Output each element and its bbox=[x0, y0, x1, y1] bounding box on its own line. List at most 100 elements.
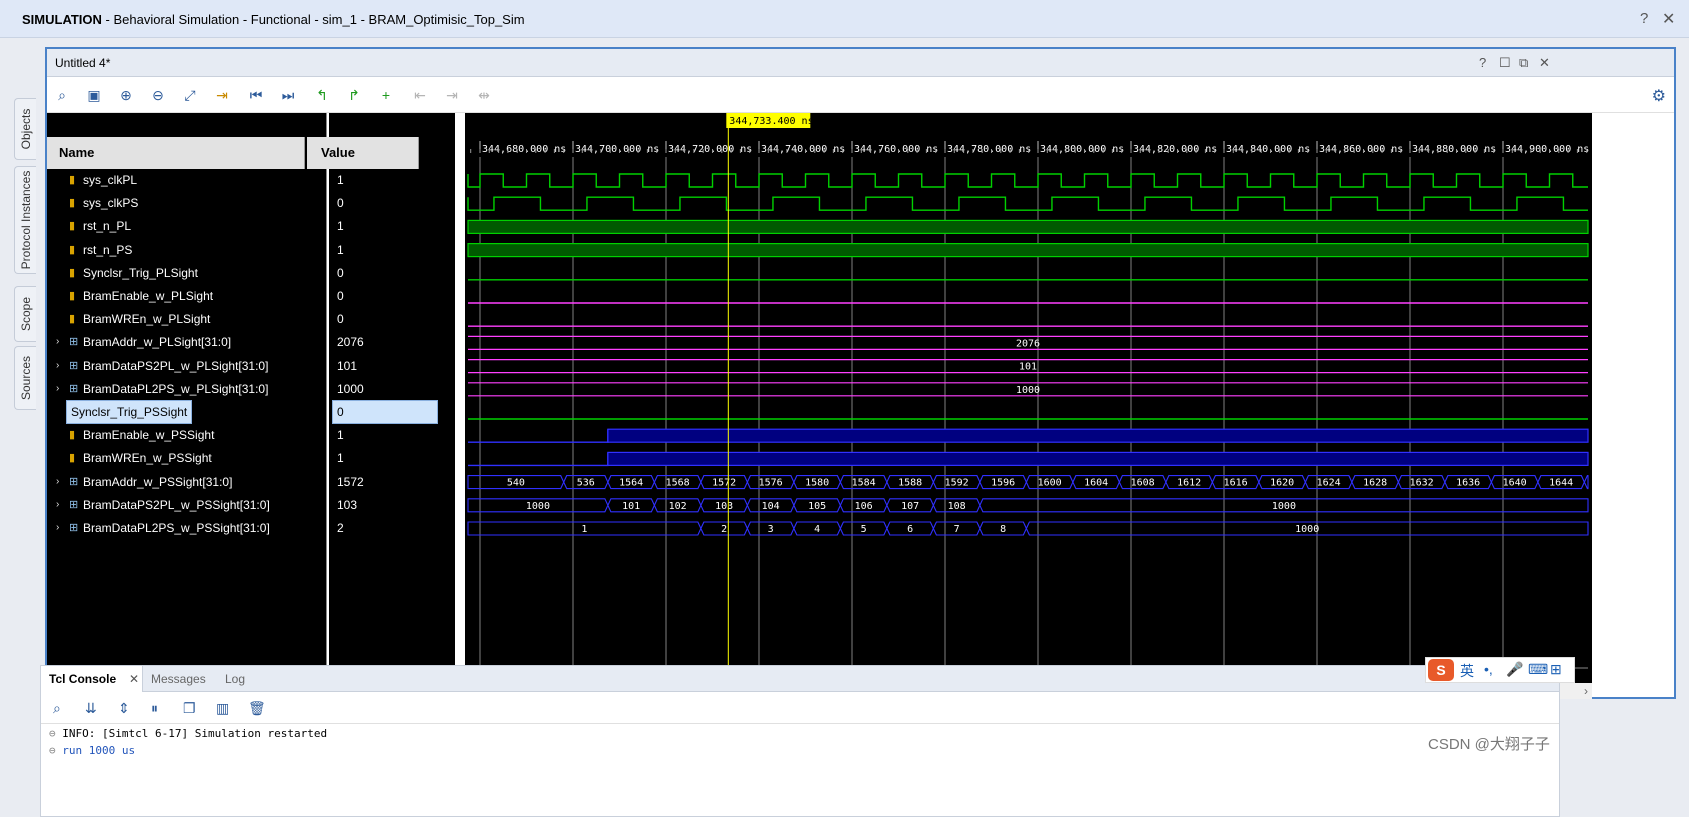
close-icon[interactable]: ✕ bbox=[129, 666, 139, 692]
save-icon[interactable]: ▣ bbox=[85, 86, 103, 104]
pause-icon[interactable]: ⏸ bbox=[151, 700, 158, 717]
close-icon[interactable]: ✕ bbox=[1539, 55, 1550, 71]
zoom-out-icon[interactable]: ⊖ bbox=[149, 86, 167, 104]
bus-value-label: 1588 bbox=[898, 478, 922, 489]
bus-value-label: 105 bbox=[808, 501, 826, 512]
next-marker-icon[interactable]: ⇥ bbox=[443, 86, 461, 104]
bus-value-label: 1608 bbox=[1131, 478, 1155, 489]
signal-value: 101 bbox=[337, 358, 358, 373]
grid-icon[interactable]: ⊞ bbox=[1550, 661, 1562, 678]
expand-icon[interactable]: › bbox=[56, 378, 59, 400]
search-icon[interactable]: ⌕ bbox=[53, 700, 61, 717]
expand-icon[interactable]: › bbox=[56, 331, 59, 353]
prev-transition-icon[interactable]: ↰ bbox=[313, 86, 331, 104]
waveform-canvas[interactable]: 344,680.000 ns 344,700.000 ns 344,720.000 … bbox=[465, 113, 1592, 699]
ime-lang[interactable]: 英 bbox=[1460, 661, 1474, 681]
bus-value-label: 1600 bbox=[1038, 478, 1062, 489]
zoom-in-icon[interactable]: ⊕ bbox=[117, 86, 135, 104]
bus-value-label: 1 bbox=[581, 524, 587, 535]
bus-value-label: 7 bbox=[954, 524, 960, 535]
tab-tcl-console[interactable]: Tcl Console ✕ bbox=[41, 666, 143, 692]
collapse-all-icon[interactable]: ⇊ bbox=[85, 700, 97, 717]
console-tabs: Tcl Console ✕ Messages Log bbox=[41, 666, 1559, 692]
expand-icon[interactable]: › bbox=[56, 355, 59, 377]
bus-value-label: 8 bbox=[1000, 524, 1006, 535]
keyboard-icon[interactable]: ⌨ bbox=[1528, 661, 1548, 678]
expand-icon[interactable]: › bbox=[56, 471, 59, 493]
swap-cursors-icon[interactable]: ⇹ bbox=[475, 86, 493, 104]
help-icon[interactable]: ? bbox=[1479, 55, 1486, 70]
bus-value-label: 1624 bbox=[1317, 478, 1341, 489]
bus-value-label: 1576 bbox=[759, 478, 783, 489]
tab-log[interactable]: Log bbox=[217, 666, 253, 692]
signal-name: Synclsr_Trig_PSSight bbox=[65, 400, 193, 424]
next-transition-icon[interactable]: ↱ bbox=[345, 86, 363, 104]
tab-protocol-instances[interactable]: Protocol Instances bbox=[14, 166, 36, 274]
signal-row[interactable]: ▮ rst_n_PL bbox=[47, 215, 325, 237]
trash-icon[interactable]: 🗑 bbox=[248, 700, 266, 717]
edge bbox=[468, 429, 609, 443]
signal-row[interactable]: › ⊞ BramAddr_w_PSSight[31:0] bbox=[47, 471, 325, 493]
clock-wave bbox=[467, 196, 1588, 211]
tab-scope[interactable]: Scope bbox=[14, 286, 36, 342]
edge bbox=[468, 452, 609, 467]
signal-row[interactable]: ▮ BramEnable_w_PSSight bbox=[47, 424, 325, 446]
goto-start-icon[interactable]: ⏮ bbox=[247, 86, 265, 104]
value-column-header[interactable]: Value bbox=[307, 137, 419, 169]
bus-value-label: 1572 bbox=[712, 478, 736, 489]
add-marker-icon[interactable]: + bbox=[377, 86, 395, 104]
bus-value-label: 108 bbox=[948, 501, 966, 512]
ime-toolbar[interactable]: S 英 •, 🎤 ⌨ ⊞ bbox=[1425, 657, 1575, 683]
signal-row[interactable]: › ⊞ BramDataPS2PL_w_PLSight[31:0] bbox=[47, 355, 325, 377]
prev-marker-icon[interactable]: ⇤ bbox=[411, 86, 429, 104]
maximize-icon[interactable]: ☐ bbox=[1499, 55, 1511, 71]
timeline-label: 344,840.000 ns bbox=[1226, 144, 1310, 155]
signal-row[interactable]: ▮Synclsr_Trig_PSSight bbox=[47, 400, 325, 424]
high-level-block bbox=[607, 428, 1589, 443]
signal-row[interactable]: ▮ BramWREn_w_PSSight bbox=[47, 447, 325, 469]
bus-icon: ⊞ bbox=[69, 382, 79, 395]
expand-all-icon[interactable]: ⇕ bbox=[118, 700, 130, 717]
high-level-block bbox=[607, 451, 1589, 466]
goto-cursor-icon[interactable]: ⇥ bbox=[213, 86, 231, 104]
signal-row[interactable]: › ⊞ BramDataPL2PS_w_PLSight[31:0] bbox=[47, 378, 325, 400]
close-icon[interactable]: ✕ bbox=[1662, 9, 1675, 29]
name-column-header[interactable]: Name bbox=[47, 137, 305, 169]
signal-row[interactable]: › ⊞ BramAddr_w_PLSight[31:0] bbox=[47, 331, 325, 353]
gear-icon[interactable]: ⚙ bbox=[1652, 86, 1666, 106]
signal-value-panel: Value 1 0 1 1 0 0 0 2076 101 1000 0 1 1 1572 103 2 bbox=[307, 113, 455, 699]
ime-punct[interactable]: •, bbox=[1484, 661, 1493, 677]
bus-value-label: 1640 bbox=[1503, 478, 1527, 489]
expand-icon[interactable]: › bbox=[56, 494, 59, 516]
signal-row[interactable]: ▮ BramEnable_w_PLSight bbox=[47, 285, 325, 307]
logic-icon: ▮ bbox=[69, 266, 76, 279]
signal-row[interactable]: ▮ rst_n_PS bbox=[47, 239, 325, 261]
signal-row[interactable]: ▮ sys_clkPL bbox=[47, 169, 325, 191]
signal-name: rst_n_PL bbox=[83, 219, 132, 234]
bus-value-label: 1604 bbox=[1084, 478, 1108, 489]
search-icon[interactable]: ⌕ bbox=[53, 86, 71, 104]
bus-value-label: 101 bbox=[622, 501, 640, 512]
expand-icon[interactable]: › bbox=[56, 517, 59, 539]
high-level-block bbox=[467, 243, 1589, 258]
signal-row[interactable]: › ⊞ BramDataPL2PS_w_PSSight[31:0] bbox=[47, 517, 325, 539]
columns-icon[interactable]: ▥ bbox=[216, 700, 229, 717]
signal-row[interactable]: ▮ sys_clkPS bbox=[47, 192, 325, 214]
signal-row[interactable]: ▮ BramWREn_w_PLSight bbox=[47, 308, 325, 330]
microphone-icon[interactable]: 🎤 bbox=[1506, 661, 1523, 678]
float-icon[interactable]: ⧉ bbox=[1519, 55, 1528, 71]
bus-value-label: 5 bbox=[861, 524, 867, 535]
timeline-label: 344,680.000 ns bbox=[482, 144, 566, 155]
signal-row[interactable]: ▮ Synclsr_Trig_PLSight bbox=[47, 262, 325, 284]
logic-icon: ▮ bbox=[69, 290, 76, 302]
signal-row[interactable]: › ⊞ BramDataPS2PL_w_PSSight[31:0] bbox=[47, 494, 325, 516]
signal-value: 1000 bbox=[337, 381, 364, 396]
zoom-fit-icon[interactable]: ⤢ bbox=[181, 86, 199, 104]
tab-objects[interactable]: Objects bbox=[14, 98, 36, 160]
goto-end-icon[interactable]: ⏭ bbox=[279, 86, 297, 104]
tab-messages[interactable]: Messages bbox=[143, 666, 214, 692]
timeline-label: 344,700.000 ns bbox=[575, 144, 659, 155]
copy-icon[interactable]: ❐ bbox=[183, 700, 196, 717]
tab-sources[interactable]: Sources bbox=[14, 346, 36, 410]
help-icon[interactable]: ? bbox=[1640, 10, 1648, 27]
